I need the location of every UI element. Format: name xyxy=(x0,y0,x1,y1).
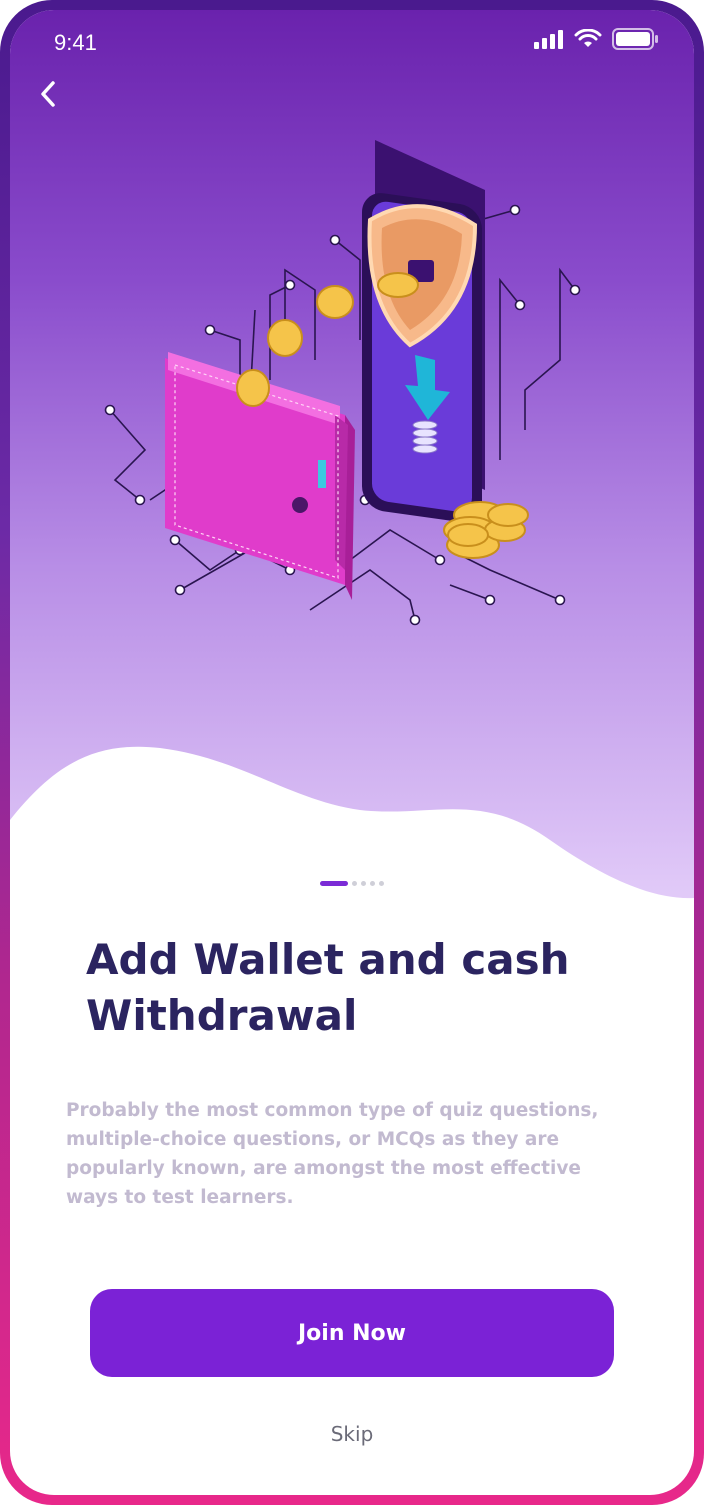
skip-link[interactable]: Skip xyxy=(10,1422,694,1446)
title-line-2: Withdrawal xyxy=(86,991,358,1040)
battery-icon xyxy=(612,28,658,50)
description-line: popularly known, are amongst the most ef… xyxy=(66,1158,581,1179)
title-line-1: Add Wallet and cash xyxy=(86,935,570,984)
onboarding-screen: 9:41 Add Wallet and cash Withdrawal Prob… xyxy=(10,10,694,1495)
wifi-icon xyxy=(574,29,602,47)
page-indicator-dot xyxy=(370,881,375,886)
page-indicator-dot xyxy=(361,881,366,886)
description-line: ways to test learners. xyxy=(66,1187,294,1208)
page-indicator-active xyxy=(320,881,348,886)
onboarding-title: Add Wallet and cash Withdrawal xyxy=(86,932,626,1044)
onboarding-description: Probably the most common type of quiz qu… xyxy=(66,1096,646,1212)
page-indicator-dot xyxy=(379,881,384,886)
chevron-left-icon xyxy=(41,81,55,107)
page-indicator xyxy=(320,881,384,886)
wave-divider xyxy=(10,746,694,930)
wallet-to-phone-transfer-illustration xyxy=(104,140,581,626)
description-line: Probably the most common type of quiz qu… xyxy=(66,1100,599,1121)
page-indicator-dot xyxy=(352,881,357,886)
join-now-button[interactable]: Join Now xyxy=(90,1289,614,1377)
description-line: multiple-choice questions, or MCQs as th… xyxy=(66,1129,560,1150)
status-icons xyxy=(534,28,658,50)
back-button[interactable] xyxy=(28,74,68,114)
device-frame: 9:41 Add Wallet and cash Withdrawal Prob… xyxy=(0,0,704,1505)
cellular-signal-icon xyxy=(534,30,563,49)
status-time: 9:41 xyxy=(54,30,97,55)
